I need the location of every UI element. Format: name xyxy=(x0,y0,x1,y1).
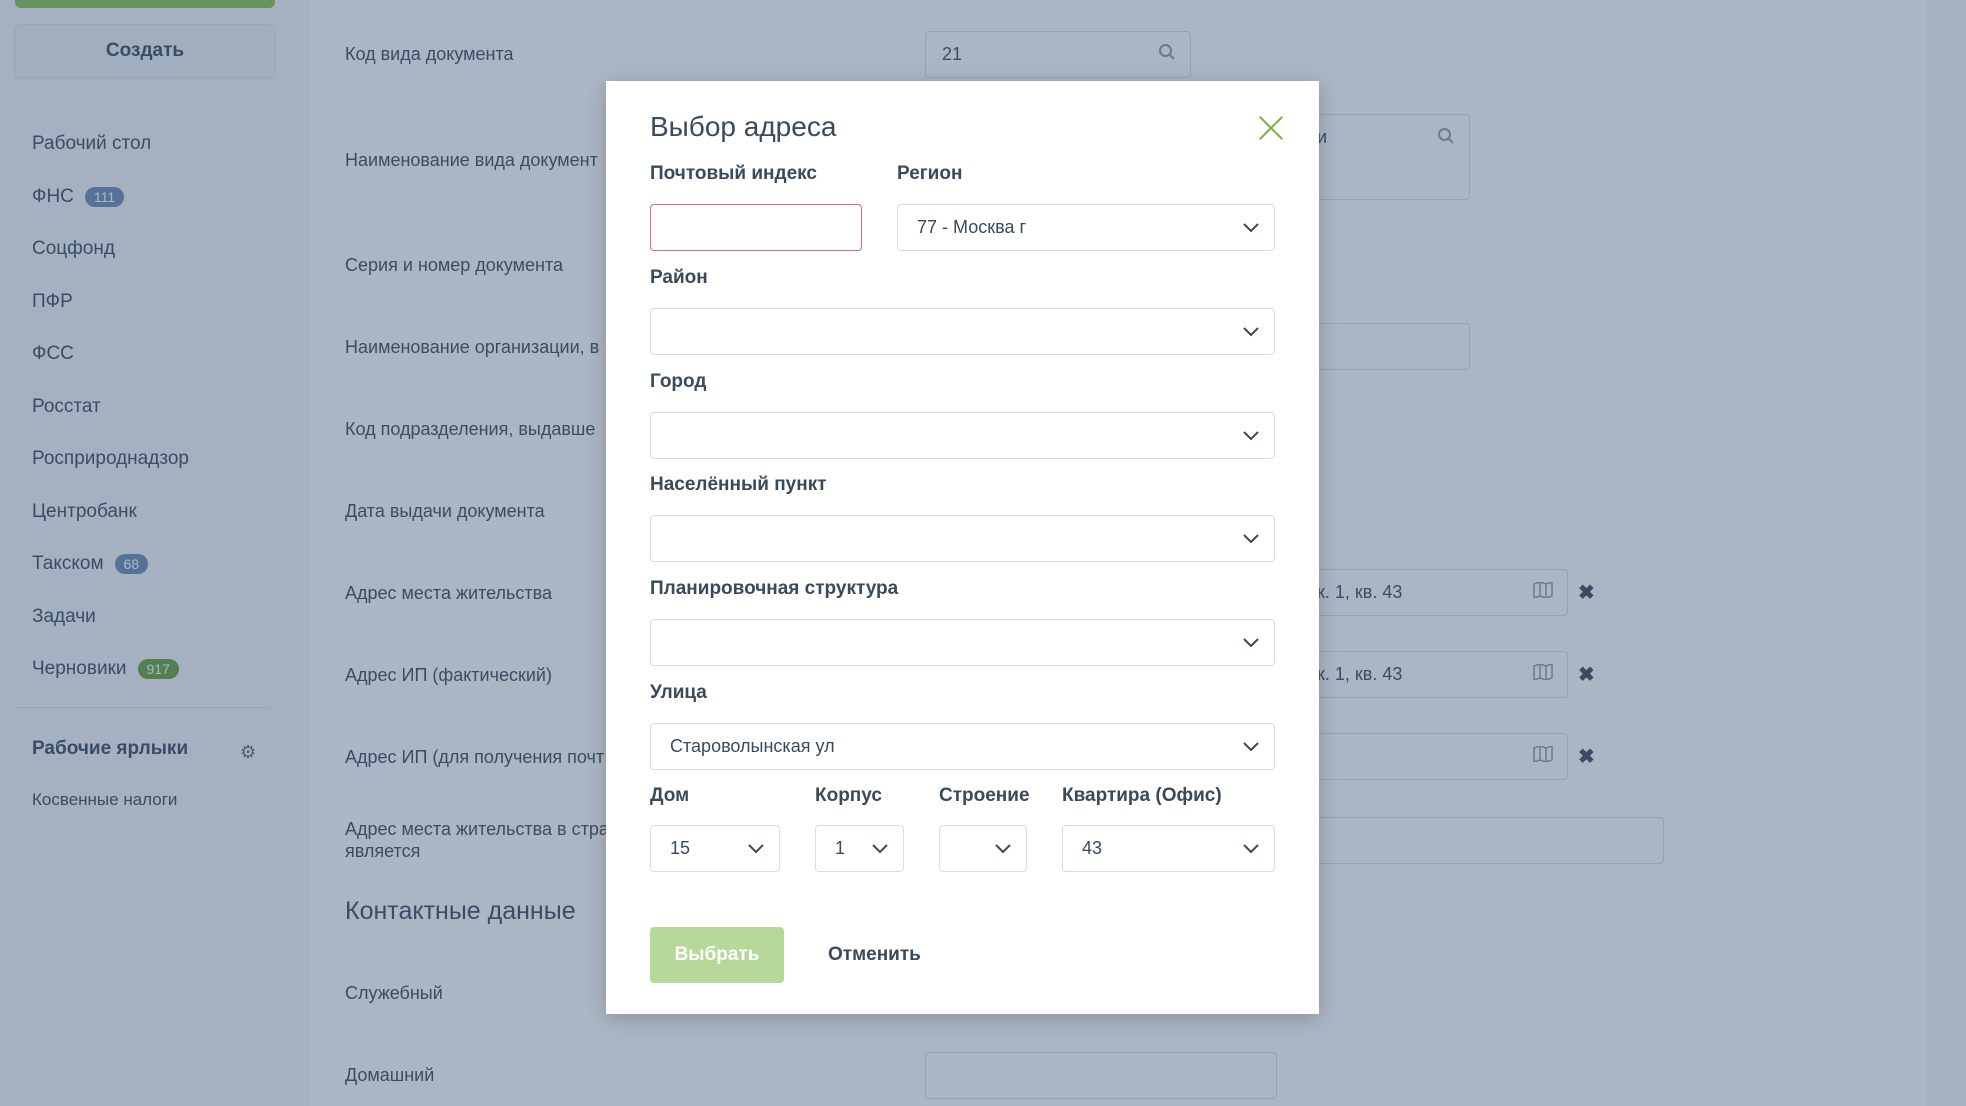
chevron-down-icon xyxy=(1243,327,1259,337)
select-button[interactable]: Выбрать xyxy=(650,927,784,983)
chevron-down-icon xyxy=(1243,223,1259,233)
building-select[interactable]: 1 xyxy=(815,825,904,872)
chevron-down-icon xyxy=(1243,844,1259,854)
chevron-down-icon xyxy=(872,844,888,854)
modal-title: Выбор адреса xyxy=(650,111,837,142)
region-label: Регион xyxy=(897,163,963,184)
district-select[interactable] xyxy=(650,308,1275,355)
street-label: Улица xyxy=(650,682,707,703)
building-value: 1 xyxy=(835,838,846,858)
house-label: Дом xyxy=(650,785,690,806)
chevron-down-icon xyxy=(748,844,764,854)
house-value: 15 xyxy=(670,838,691,858)
postal-code-input[interactable] xyxy=(650,204,862,251)
street-value: Староволынская ул xyxy=(670,736,835,756)
apartment-select[interactable]: 43 xyxy=(1062,825,1275,872)
cancel-button[interactable]: Отменить xyxy=(828,927,921,983)
structure-label: Строение xyxy=(939,785,1030,806)
chevron-down-icon xyxy=(1243,431,1259,441)
district-label: Район xyxy=(650,267,708,288)
chevron-down-icon xyxy=(1243,534,1259,544)
locality-label: Населённый пункт xyxy=(650,474,827,495)
planning-structure-label: Планировочная структура xyxy=(650,578,899,599)
address-selection-modal: Выбор адреса Почтовый индекс Регион 77 -… xyxy=(606,81,1319,1014)
apartment-value: 43 xyxy=(1082,838,1103,858)
close-icon[interactable] xyxy=(1258,115,1284,141)
street-select[interactable]: Староволынская ул xyxy=(650,723,1275,770)
region-select[interactable]: 77 - Москва г xyxy=(897,204,1275,251)
city-label: Город xyxy=(650,371,707,392)
house-select[interactable]: 15 xyxy=(650,825,780,872)
building-label: Корпус xyxy=(815,785,882,806)
postal-code-label: Почтовый индекс xyxy=(650,163,817,184)
planning-structure-select[interactable] xyxy=(650,619,1275,666)
locality-select[interactable] xyxy=(650,515,1275,562)
chevron-down-icon xyxy=(1243,638,1259,648)
chevron-down-icon xyxy=(1243,742,1259,752)
region-value: 77 - Москва г xyxy=(917,217,1027,237)
apartment-label: Квартира (Офис) xyxy=(1062,785,1222,806)
structure-select[interactable] xyxy=(939,825,1027,872)
city-select[interactable] xyxy=(650,412,1275,459)
chevron-down-icon xyxy=(995,844,1011,854)
